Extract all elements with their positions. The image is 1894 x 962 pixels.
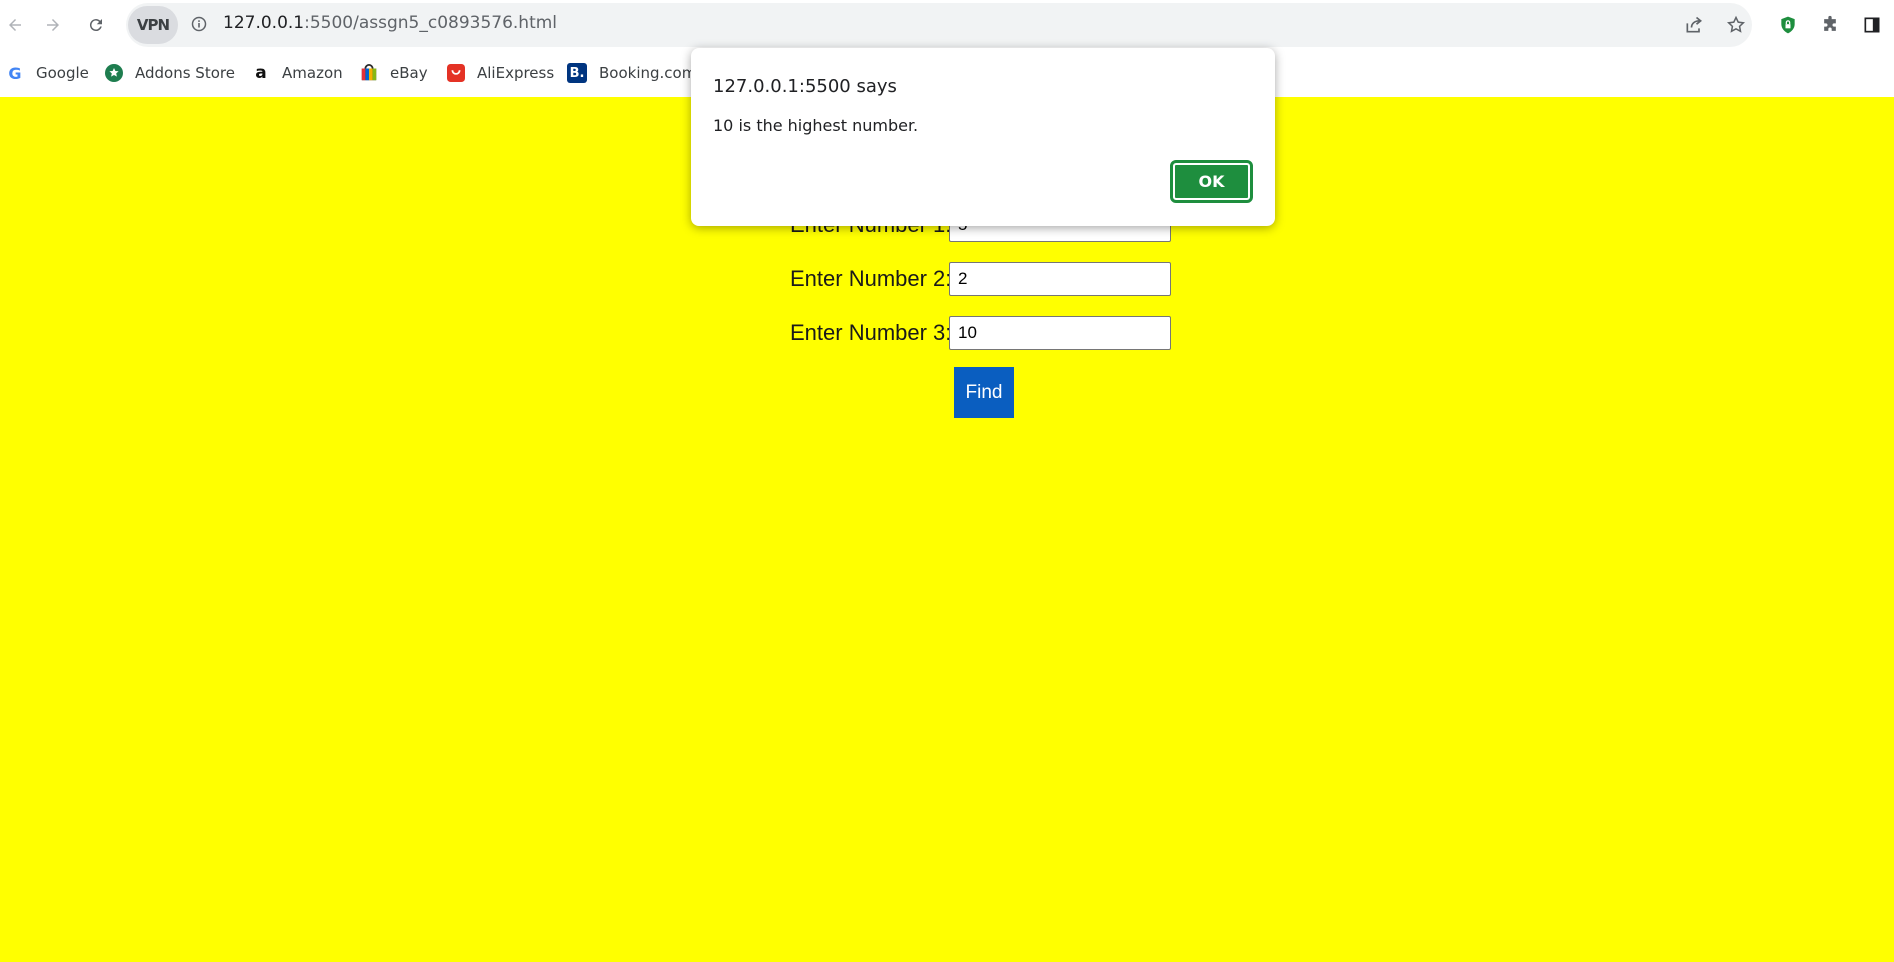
side-panel-icon[interactable]	[1860, 13, 1884, 37]
number2-label: Enter Number 2:	[790, 266, 952, 291]
bookmark-label: AliExpress	[477, 64, 555, 82]
bookmark-label: Addons Store	[135, 64, 235, 82]
number3-input[interactable]	[949, 316, 1171, 350]
bookmark-booking[interactable]: B. Booking.com	[567, 61, 696, 85]
ebay-icon	[360, 64, 378, 82]
browser-toolbar: VPN 127.0.0.1:5500/assgn5_c0893576.html	[0, 0, 1894, 49]
url-text[interactable]: 127.0.0.1:5500/assgn5_c0893576.html	[223, 13, 557, 33]
shield-icon[interactable]	[1776, 13, 1800, 37]
number3-label: Enter Number 3:	[790, 320, 952, 345]
vpn-icon[interactable]: VPN	[128, 6, 178, 44]
dialog-title: 127.0.0.1:5500 says	[713, 76, 897, 97]
bookmark-amazon[interactable]: a Amazon	[252, 61, 343, 85]
number2-row: Enter Number 2:	[790, 259, 1171, 299]
amazon-icon: a	[255, 63, 267, 83]
star-icon[interactable]	[1724, 13, 1748, 37]
extensions-icon[interactable]	[1818, 13, 1842, 37]
bookmark-google[interactable]: G Google	[6, 61, 89, 85]
bookmark-aliexpress[interactable]: AliExpress	[447, 61, 554, 85]
bookmark-label: Amazon	[282, 64, 343, 82]
share-icon[interactable]	[1682, 13, 1706, 37]
dialog-message: 10 is the highest number.	[713, 116, 919, 135]
find-button[interactable]: Find	[954, 367, 1014, 418]
reload-icon[interactable]	[81, 10, 111, 40]
aliexpress-icon	[447, 64, 465, 82]
bookmark-label: Google	[36, 64, 89, 82]
bookmark-addons-store[interactable]: Addons Store	[105, 61, 235, 85]
booking-icon: B.	[567, 63, 587, 83]
url-path: :5500/assgn5_c0893576.html	[304, 13, 558, 33]
bookmark-ebay[interactable]: eBay	[360, 61, 428, 85]
vpn-label: VPN	[136, 16, 170, 34]
number3-row: Enter Number 3:	[790, 313, 1171, 353]
bookmark-label: Booking.com	[599, 64, 697, 82]
alert-dialog: 127.0.0.1:5500 says 10 is the highest nu…	[691, 48, 1275, 226]
bookmark-label: eBay	[390, 64, 428, 82]
forward-icon[interactable]	[38, 10, 68, 40]
info-icon[interactable]	[191, 16, 207, 32]
google-icon: G	[8, 63, 22, 83]
ok-button[interactable]: OK	[1170, 160, 1253, 203]
back-icon[interactable]	[0, 10, 30, 40]
addons-store-icon	[105, 64, 123, 82]
url-host: 127.0.0.1	[223, 13, 305, 33]
number2-input[interactable]	[949, 262, 1171, 296]
